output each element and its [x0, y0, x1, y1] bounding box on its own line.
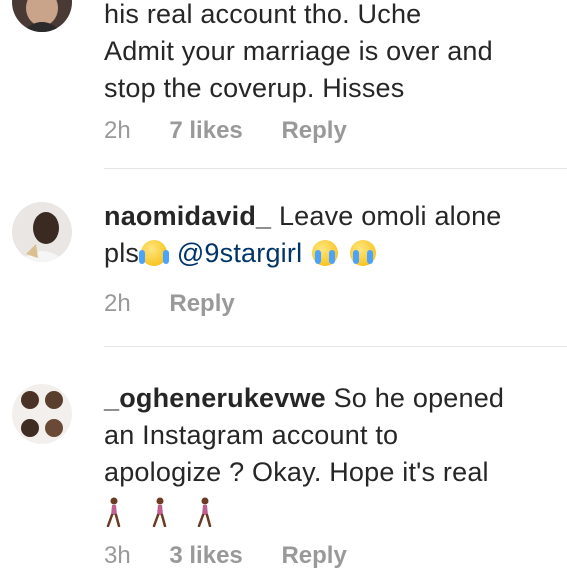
avatar-image: [12, 384, 72, 444]
comment-line: stop the coverup. Hisses: [104, 73, 405, 103]
avatar[interactable]: [12, 384, 72, 444]
comment-body: Leave omoli alone: [278, 201, 502, 231]
divider: [104, 346, 567, 347]
timestamp: 2h: [104, 117, 131, 144]
comment-line: apologize ? Okay. Hope it's real: [104, 457, 489, 487]
avatar[interactable]: [12, 0, 72, 32]
comment-text: naomidavid_ Leave omoli alone pls @9star…: [104, 198, 559, 272]
username[interactable]: _oghenerukevwe: [104, 383, 326, 413]
timestamp: 2h: [104, 290, 131, 317]
comment-meta: 3h 3 likes Reply: [104, 542, 379, 570]
avatar-image: [12, 202, 72, 262]
woman-walking-icon: [106, 497, 121, 527]
comment-line: an Instagram account to: [104, 420, 399, 450]
comment-line: his real account tho. Uche: [104, 0, 422, 29]
comment-body: pls: [104, 238, 140, 268]
reply-button[interactable]: Reply: [169, 290, 234, 317]
comment-line: _oghenerukevwe So he opened: [104, 380, 559, 417]
comment-text: _oghenerukevwe So he opened an Instagram…: [104, 380, 559, 537]
divider: [104, 168, 567, 169]
avatar-image: [12, 0, 72, 32]
crying-emoji-icon: [349, 240, 376, 266]
timestamp: 3h: [104, 542, 131, 569]
laughing-crying-emoji-icon: [139, 240, 170, 266]
avatar[interactable]: [12, 202, 72, 262]
comment-line: Admit your marriage is over and: [104, 36, 493, 66]
comment-line: pls @9stargirl: [104, 235, 559, 272]
mention-link[interactable]: @9stargirl: [177, 238, 302, 268]
comment-item: _oghenerukevwe So he opened an Instagram…: [0, 380, 567, 572]
comment-meta: 2h 7 likes Reply: [104, 117, 379, 145]
woman-walking-icon: [152, 497, 166, 527]
crying-emoji-icon: [311, 240, 338, 266]
reply-button[interactable]: Reply: [281, 117, 346, 144]
comment-item: naomidavid_ Leave omoli alone pls @9star…: [0, 198, 567, 338]
username[interactable]: naomidavid_: [104, 201, 271, 231]
likes-count[interactable]: 7 likes: [169, 117, 242, 144]
emoji-row: [104, 497, 559, 537]
woman-walking-icon: [198, 497, 212, 527]
comment-body: So he opened: [333, 383, 505, 413]
comment-meta: 2h Reply: [104, 290, 267, 318]
comment-text: his real account tho. Uche Admit your ma…: [104, 0, 559, 107]
reply-button[interactable]: Reply: [281, 542, 346, 569]
likes-count[interactable]: 3 likes: [169, 542, 242, 569]
comment-line: naomidavid_ Leave omoli alone: [104, 198, 559, 235]
comment-item: his real account tho. Uche Admit your ma…: [0, 0, 567, 160]
